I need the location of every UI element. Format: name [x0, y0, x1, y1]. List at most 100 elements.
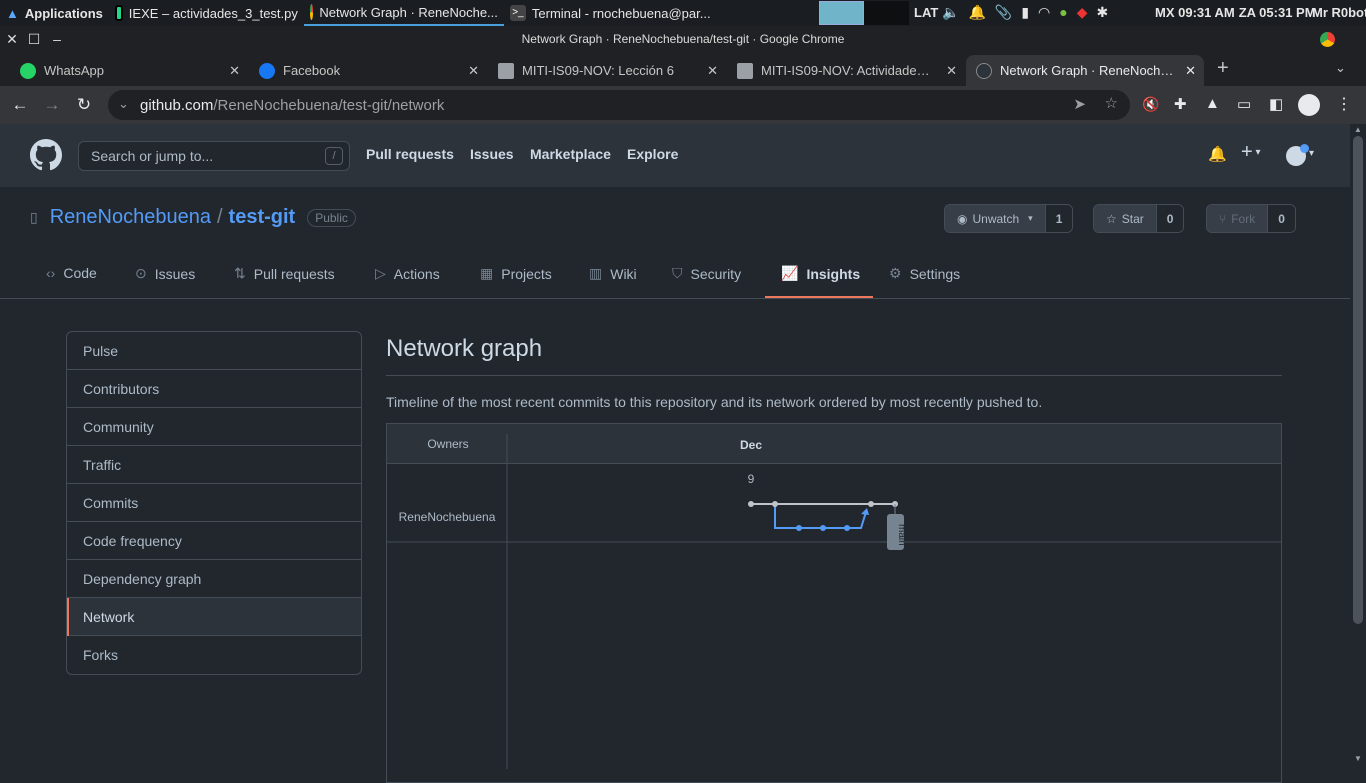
tab-actions[interactable]: ▷ Actions — [375, 265, 440, 282]
sidebar-item-pulse[interactable]: Pulse — [67, 332, 361, 370]
watch-count[interactable]: 1 — [1044, 205, 1073, 232]
tab-whatsapp[interactable]: WhatsApp ✕ — [10, 55, 248, 86]
bookmark-star-icon[interactable]: ☆ — [1105, 94, 1118, 112]
commit-dot[interactable] — [796, 525, 802, 531]
labs-icon[interactable]: ▲ — [1205, 95, 1220, 112]
site-info-icon[interactable]: ⌄ — [118, 96, 129, 112]
task-terminal[interactable]: >_ Terminal - rnochebuena@par... — [504, 0, 804, 26]
search-input[interactable]: Search or jump to... / — [78, 141, 350, 171]
tab-insights[interactable]: 📈 Insights — [781, 265, 860, 282]
chevron-down-icon[interactable]: ▾ — [1309, 148, 1314, 159]
table-icon: ▦ — [480, 265, 494, 281]
tab-wiki[interactable]: ▥ Wiki — [589, 265, 637, 282]
unwatch-button[interactable]: ◉ Unwatch ▾ — [945, 205, 1045, 232]
cast-icon[interactable]: ▭ — [1237, 95, 1251, 113]
star-button[interactable]: ☆ Star — [1094, 205, 1156, 232]
tab-issues[interactable]: ⊙ Issues — [135, 265, 195, 282]
user-menu[interactable]: Mr R0bot — [1312, 5, 1366, 20]
back-icon[interactable]: ← — [9, 94, 31, 116]
applications-menu[interactable]: ▲ Applications — [0, 0, 109, 26]
fork-button[interactable]: ⑂ Fork — [1207, 205, 1268, 232]
task-chrome[interactable]: Network Graph · ReneNoche... — [303, 0, 504, 26]
close-tab-icon[interactable]: ✕ — [946, 63, 957, 79]
close-tab-icon[interactable]: ✕ — [229, 63, 240, 79]
close-window-icon[interactable]: ✕ — [3, 30, 21, 48]
tab-pull-requests[interactable]: ⇅ Pull requests — [234, 265, 335, 282]
sidebar-item-contributors[interactable]: Contributors — [67, 370, 361, 408]
clock[interactable]: MX 09:31 AM ZA 05:31 PM — [1155, 5, 1316, 20]
wifi-icon[interactable]: ◠ — [1038, 4, 1050, 21]
tab-miti-leccion[interactable]: MITI-IS09-NOV: Lección 6 ✕ — [488, 55, 726, 86]
tab-settings[interactable]: ⚙ Settings — [889, 265, 960, 282]
scroll-up-icon[interactable]: ▲ — [1354, 125, 1362, 134]
workspace-1[interactable] — [819, 1, 864, 25]
repo-owner-link[interactable]: ReneNochebuena — [50, 206, 211, 229]
notifications-bell-icon[interactable]: 🔔 — [1208, 145, 1227, 163]
profile-avatar-icon[interactable] — [1298, 94, 1320, 116]
window-titlebar: ✕ ☐ – Network Graph · ReneNochebuena/tes… — [0, 26, 1366, 52]
fork-count[interactable]: 0 — [1267, 205, 1295, 232]
close-tab-icon[interactable]: ✕ — [707, 63, 718, 79]
github-logo-icon[interactable] — [30, 139, 62, 171]
tab-code[interactable]: ‹› Code — [46, 265, 97, 281]
nav-issues[interactable]: Issues — [470, 146, 514, 162]
page-scrollbar[interactable]: ▲ ▼ — [1350, 124, 1366, 768]
chrome-profile-icon[interactable] — [1320, 32, 1335, 47]
sidebar-item-commits[interactable]: Commits — [67, 484, 361, 522]
owner-name[interactable]: ReneNochebuena — [399, 510, 496, 524]
commit-dot[interactable] — [820, 525, 826, 531]
watch-button-group: ◉ Unwatch ▾ 1 — [944, 204, 1074, 233]
extensions-icon[interactable]: ✚ — [1174, 95, 1187, 113]
commit-dot[interactable] — [868, 501, 874, 507]
network-graph[interactable]: Owners Dec 9 ReneNochebuena main — [386, 423, 1282, 783]
nav-marketplace[interactable]: Marketplace — [530, 146, 611, 162]
tab-network-graph[interactable]: Network Graph · ReneNochebu ✕ — [966, 55, 1204, 86]
sidebar-item-network[interactable]: Network — [67, 598, 361, 636]
sidebar-item-dependency-graph[interactable]: Dependency graph — [67, 560, 361, 598]
workspace-switcher[interactable] — [819, 1, 909, 25]
commit-dot[interactable] — [772, 501, 778, 507]
scroll-down-icon[interactable]: ▼ — [1354, 754, 1362, 763]
workspace-2[interactable] — [864, 1, 909, 25]
reload-icon[interactable]: ↻ — [73, 94, 95, 116]
tab-security[interactable]: ⛉ Security — [672, 265, 741, 282]
close-tab-icon[interactable]: ✕ — [468, 63, 479, 79]
forward-icon[interactable]: → — [41, 94, 63, 116]
close-tab-icon[interactable]: ✕ — [1185, 63, 1196, 79]
create-new-icon[interactable]: + ▾ — [1241, 141, 1261, 164]
tab-facebook[interactable]: Facebook ✕ — [249, 55, 487, 86]
merge-arrow-icon — [861, 508, 869, 515]
nav-explore[interactable]: Explore — [627, 146, 678, 162]
repo-name-link[interactable]: test-git — [229, 206, 296, 229]
maximize-window-icon[interactable]: ☐ — [25, 30, 43, 48]
scrollbar-thumb[interactable] — [1353, 136, 1363, 624]
task-pycharm[interactable]: IEXE – actividades_3_test.py — [109, 0, 304, 26]
commit-dot[interactable] — [844, 525, 850, 531]
bluetooth-icon[interactable]: ✱ — [1097, 4, 1109, 21]
notification-bell-icon[interactable]: 🔔 — [968, 4, 985, 21]
sidebar-item-traffic[interactable]: Traffic — [67, 446, 361, 484]
shield-icon[interactable]: ● — [1059, 4, 1067, 21]
commit-dot[interactable] — [748, 501, 754, 507]
network-graph-canvas[interactable]: Owners Dec 9 ReneNochebuena main — [387, 424, 1281, 769]
star-count[interactable]: 0 — [1155, 205, 1184, 232]
sidebar-item-code-frequency[interactable]: Code frequency — [67, 522, 361, 560]
volume-icon[interactable]: 🔈 — [942, 4, 959, 21]
sidebar-item-community[interactable]: Community — [67, 408, 361, 446]
address-bar[interactable]: ⌄ github.com/ReneNochebuena/test-git/net… — [108, 90, 1130, 120]
tab-search-icon[interactable]: ⌄ — [1335, 60, 1346, 76]
minimize-window-icon[interactable]: – — [48, 30, 66, 48]
app-tray-icon[interactable]: ◆ — [1077, 4, 1088, 21]
battery-icon[interactable]: ▮ — [1021, 4, 1029, 21]
tab-projects[interactable]: ▦ Projects — [480, 265, 552, 282]
chrome-menu-icon[interactable]: ⋮ — [1336, 94, 1352, 114]
send-tab-icon[interactable]: ➤ — [1073, 95, 1086, 113]
nav-pull-requests[interactable]: Pull requests — [366, 146, 454, 162]
mute-tab-icon[interactable]: 🔇 — [1142, 96, 1159, 113]
tab-miti-actividades[interactable]: MITI-IS09-NOV: Actividades Cla ✕ — [727, 55, 965, 86]
clipboard-icon[interactable]: 📎 — [995, 4, 1012, 21]
side-panel-icon[interactable]: ◧ — [1269, 95, 1283, 113]
keyboard-layout[interactable]: LAT — [914, 5, 938, 20]
new-tab-icon[interactable]: + — [1217, 57, 1229, 80]
sidebar-item-forks[interactable]: Forks — [67, 636, 361, 674]
